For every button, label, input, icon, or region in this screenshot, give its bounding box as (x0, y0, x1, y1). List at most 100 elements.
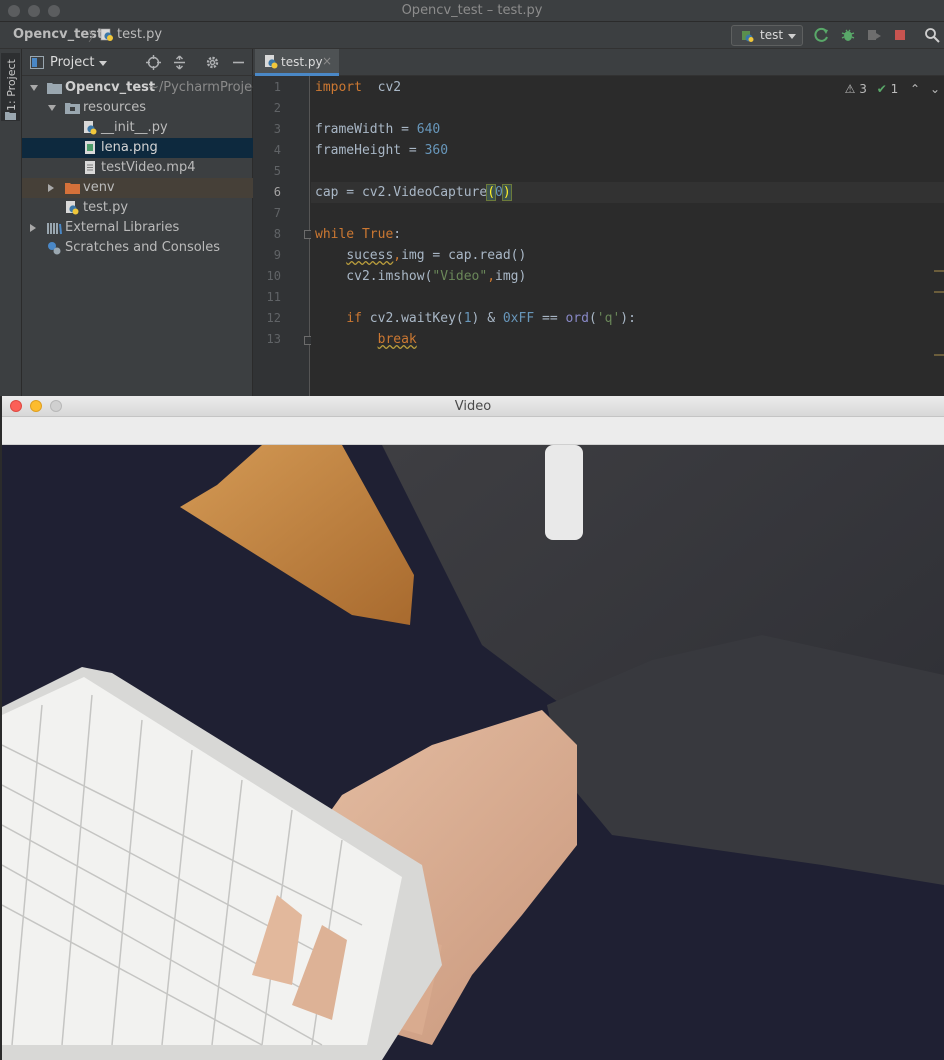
excluded-folder-icon (65, 183, 80, 194)
video-window-title: Video (454, 399, 492, 414)
error-stripe-mark[interactable] (934, 270, 944, 272)
gear-icon[interactable] (205, 55, 220, 70)
code-line[interactable]: break (315, 332, 417, 347)
editor-tab-test-py[interactable]: test.py × (255, 49, 339, 76)
line-number: 9 (273, 248, 281, 262)
code-token: cap = cv2.VideoCapture (315, 185, 488, 200)
line-number: 5 (273, 164, 281, 178)
hide-panel-icon[interactable] (231, 55, 246, 70)
project-view-icon (30, 56, 44, 69)
code-line[interactable]: cv2.imshow("Video",img) (315, 269, 526, 284)
code-token: == (534, 311, 566, 326)
code-editor[interactable]: ⚠ 3 ✔ 1 ⌃ ⌄ import cv2 frameWidth = 640 fr… (311, 76, 944, 396)
code-token: frameHeight = (315, 143, 425, 158)
chevron-up-icon[interactable]: ⌃ (910, 82, 920, 96)
close-icon[interactable]: × (322, 54, 332, 68)
code-token: ) (501, 184, 512, 201)
webcam-image (2, 445, 944, 1060)
run-configuration-label: test (760, 28, 784, 42)
chevron-down-icon[interactable] (48, 105, 56, 111)
tree-item-label: Scratches and Consoles (65, 240, 221, 255)
tree-item-label: resources (83, 100, 147, 115)
code-token: ( (588, 311, 597, 326)
code-token: ord (565, 311, 589, 326)
chevron-down-icon[interactable]: ⌄ (930, 82, 940, 96)
chevron-right-icon[interactable] (30, 224, 36, 232)
error-stripe-mark[interactable] (934, 291, 944, 293)
tree-item-lena-png[interactable]: lena.png (22, 138, 253, 158)
search-icon[interactable] (924, 27, 940, 43)
line-number: 11 (266, 290, 281, 304)
locate-file-icon[interactable] (146, 55, 161, 70)
code-line[interactable]: import cv2 (315, 80, 401, 95)
editor-gutter: 1 2 3 4 5 6 7 8 9 10 11 12 13 (253, 76, 313, 396)
project-view-selector[interactable]: Project (50, 55, 94, 70)
ide-titlebar: Opencv_test – test.py (0, 0, 944, 22)
tree-item-label: venv (83, 180, 115, 195)
chevron-down-icon[interactable] (99, 61, 107, 66)
line-number: 8 (273, 227, 281, 241)
code-token: , (393, 248, 402, 263)
code-token: 'q' (596, 311, 621, 326)
code-line[interactable]: frameWidth = 640 (315, 122, 440, 137)
collapse-all-icon[interactable] (172, 55, 187, 70)
code-line[interactable]: if cv2.waitKey(1) & 0xFF == ord('q'): (315, 311, 636, 326)
code-token: img = cap.read() (401, 248, 527, 263)
code-line[interactable]: while True: (315, 227, 401, 242)
folder-icon (5, 112, 16, 120)
tree-item-venv[interactable]: venv (22, 178, 253, 198)
code-token: : (393, 227, 402, 242)
stop-icon[interactable] (892, 27, 908, 43)
code-line[interactable]: frameHeight = 360 (315, 143, 448, 158)
current-line-number: 6 (273, 185, 281, 199)
code-line[interactable]: cap = cv2.VideoCapture(0) (315, 184, 512, 201)
editor-tab-label: test.py (281, 55, 323, 69)
error-stripe-mark[interactable] (934, 354, 944, 356)
code-token: cv2.imshow( (315, 269, 433, 284)
tree-item-external-libraries[interactable]: External Libraries (22, 218, 253, 238)
window-title: Opencv_test – test.py (401, 3, 543, 18)
python-config-icon (742, 31, 754, 42)
tree-item-testvideo[interactable]: testVideo.mp4 (22, 158, 253, 178)
warning-icon: ⚠ (844, 82, 856, 96)
package-folder-icon (65, 103, 80, 114)
tree-item-label: Opencv_test (65, 80, 156, 95)
python-file-icon (100, 28, 113, 41)
code-token: sucess (346, 248, 394, 263)
chevron-right-icon[interactable] (48, 184, 54, 192)
tree-item-test-py[interactable]: test.py (22, 198, 253, 218)
rerun-icon[interactable] (814, 27, 830, 43)
code-token: ) & (471, 311, 503, 326)
inspection-widget[interactable]: ⚠ 3 ✔ 1 ⌃ ⌄ (845, 82, 940, 96)
line-number: 2 (273, 101, 281, 115)
line-number: 3 (273, 122, 281, 136)
line-number: 1 (273, 80, 281, 94)
project-tool-tab[interactable]: 1: Project (1, 53, 20, 121)
tree-item-project-root[interactable]: Opencv_test ~/PycharmProject (22, 78, 264, 98)
run-configuration-dropdown[interactable]: test (731, 25, 803, 46)
code-token: img) (495, 269, 527, 284)
project-path: ~/PycharmProject (148, 80, 265, 95)
code-token: 1 (463, 311, 472, 326)
tree-item-scratches[interactable]: Scratches and Consoles (22, 238, 253, 258)
code-token: ): (620, 311, 636, 326)
code-token: ( (486, 184, 496, 201)
breadcrumb-file[interactable]: test.py (117, 27, 162, 42)
code-line[interactable]: sucess,img = cap.read() (315, 248, 526, 263)
code-token: cv2 (361, 80, 402, 95)
tree-item-init-py[interactable]: __init__.py (22, 118, 253, 138)
tree-item-label: lena.png (101, 140, 158, 155)
tree-item-resources[interactable]: resources (22, 98, 253, 118)
line-number: 12 (266, 311, 281, 325)
debug-bug-icon[interactable] (840, 27, 856, 43)
warning-count: 3 (859, 82, 867, 96)
chevron-down-icon[interactable] (30, 85, 38, 91)
code-token: 360 (424, 143, 449, 158)
code-token: "Video" (432, 269, 488, 284)
coverage-icon[interactable] (866, 27, 882, 43)
editor-tab-bar: test.py × (253, 49, 944, 76)
library-icon (47, 223, 62, 235)
code-token: , (487, 269, 496, 284)
